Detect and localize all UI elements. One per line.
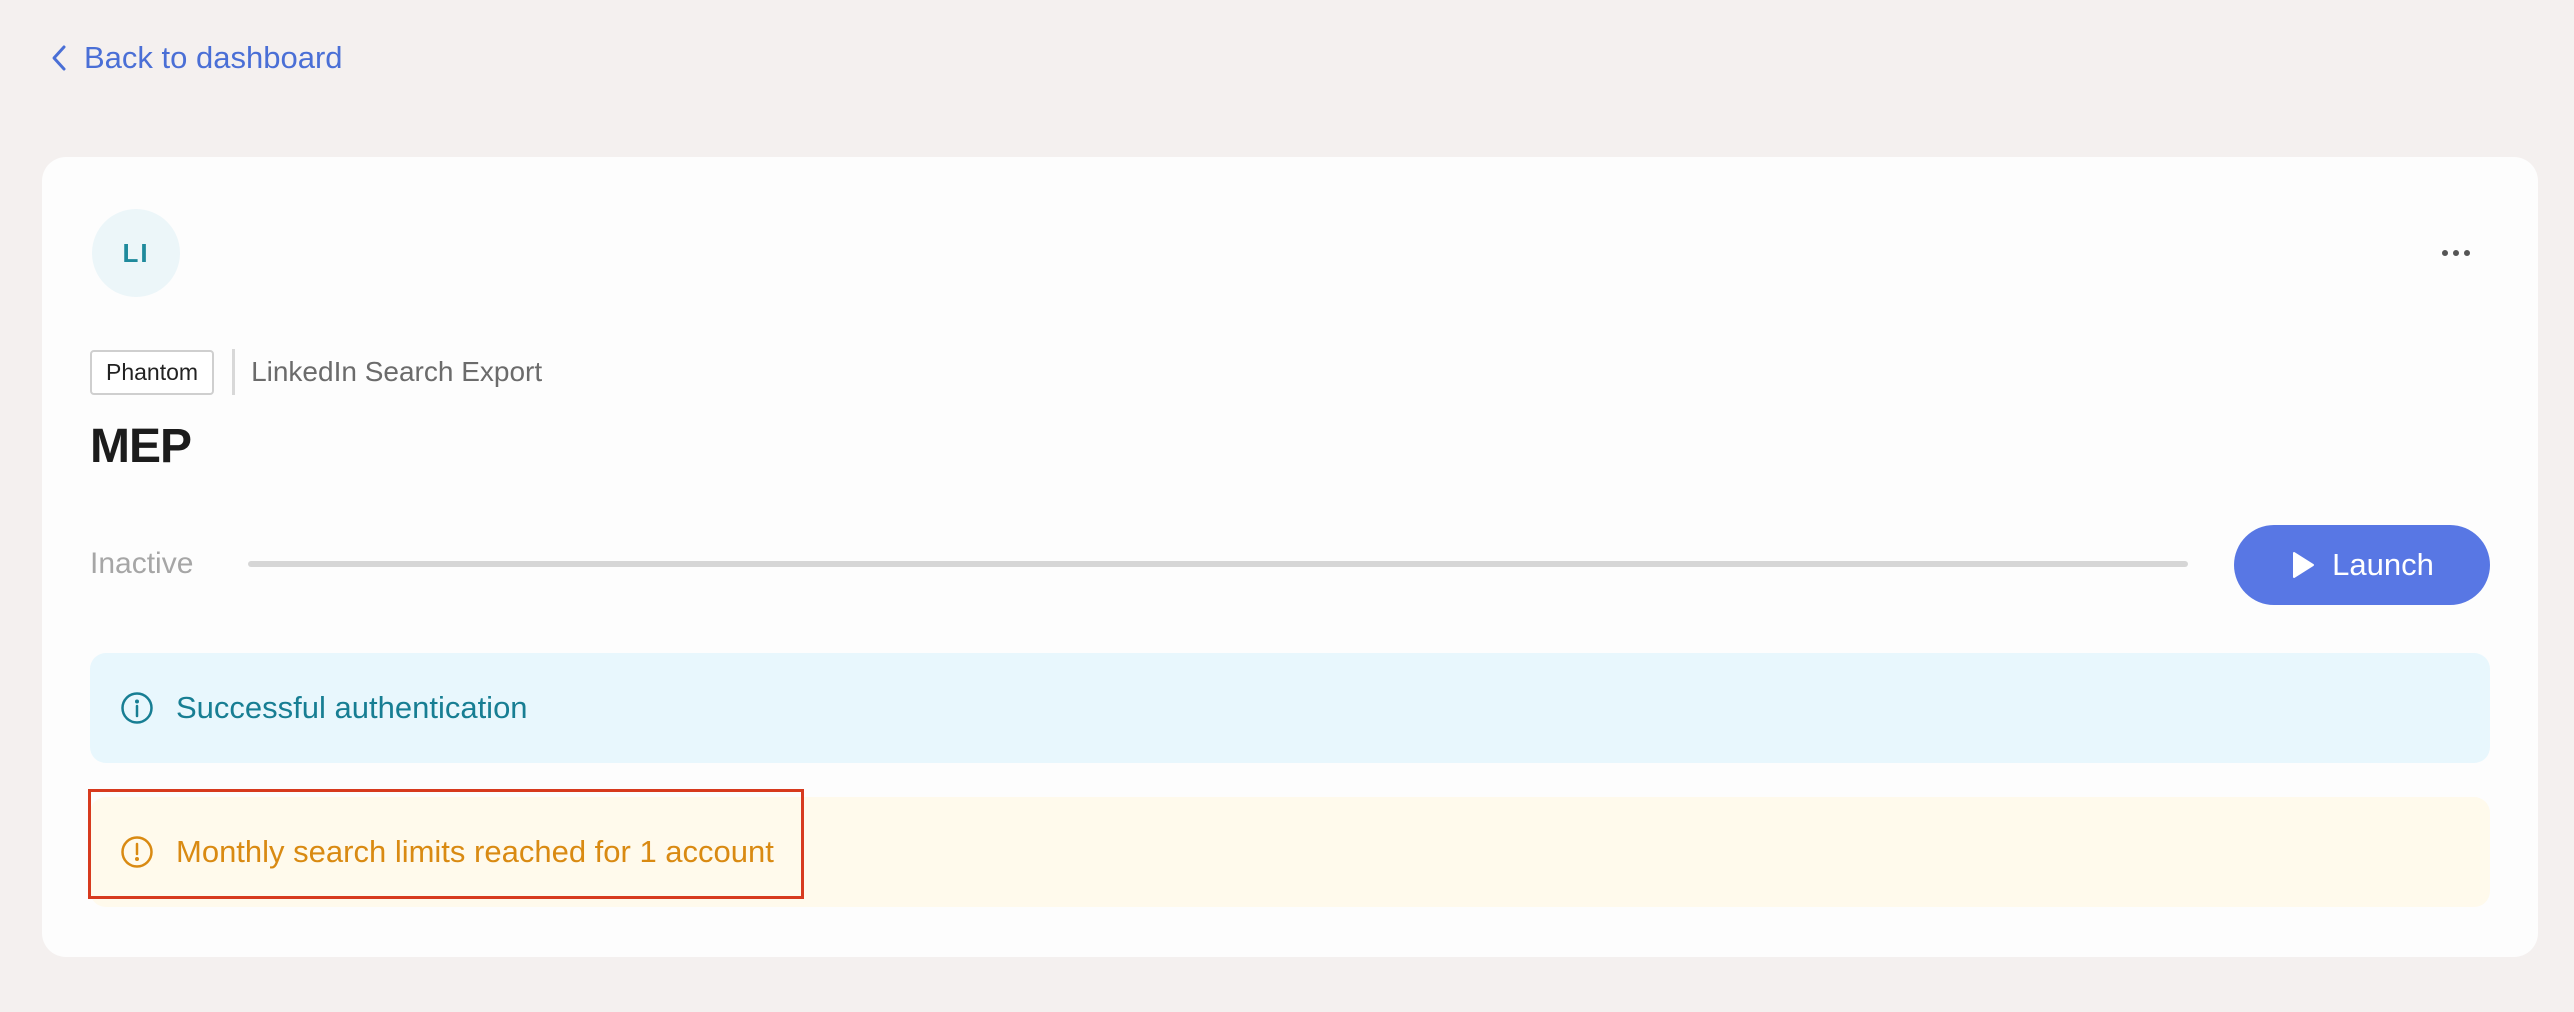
status-progress-bar bbox=[248, 561, 2188, 567]
more-horizontal-icon bbox=[2442, 250, 2470, 256]
warning-alert: Monthly search limits reached for 1 acco… bbox=[90, 797, 2490, 907]
back-link-label: Back to dashboard bbox=[84, 40, 343, 75]
page-title: MEP bbox=[90, 420, 192, 473]
more-options-button[interactable] bbox=[2436, 233, 2476, 273]
warning-alert-text: Monthly search limits reached for 1 acco… bbox=[176, 834, 774, 869]
launch-button-label: Launch bbox=[2332, 547, 2434, 582]
status-label: Inactive bbox=[90, 547, 194, 580]
automation-card: LI Phantom LinkedIn Search Export MEP In… bbox=[42, 157, 2538, 957]
info-alert-text: Successful authentication bbox=[176, 690, 528, 725]
automation-name: LinkedIn Search Export bbox=[251, 356, 543, 387]
avatar: LI bbox=[92, 209, 180, 297]
meta-divider bbox=[232, 349, 236, 395]
play-icon bbox=[2293, 552, 2315, 578]
launch-button[interactable]: Launch bbox=[2234, 525, 2490, 605]
info-icon bbox=[121, 692, 153, 724]
info-alert: Successful authentication bbox=[90, 653, 2490, 763]
chevron-left-icon bbox=[52, 45, 66, 71]
warning-icon bbox=[121, 836, 153, 868]
type-tag: Phantom bbox=[90, 349, 215, 395]
automation-meta: Phantom LinkedIn Search Export bbox=[90, 349, 542, 395]
back-to-dashboard-link[interactable]: Back to dashboard bbox=[48, 40, 343, 76]
